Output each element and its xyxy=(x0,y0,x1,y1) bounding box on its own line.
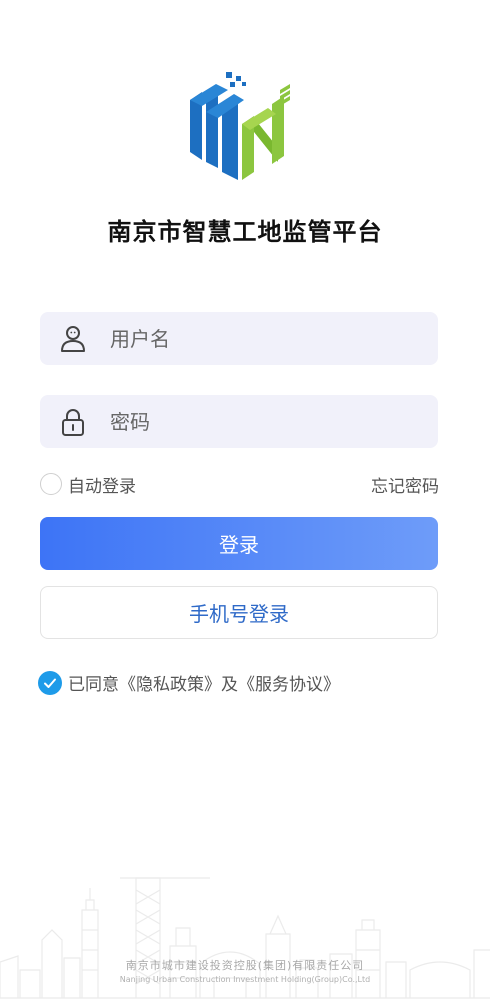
lock-icon xyxy=(62,409,84,436)
auto-login-label: 自动登录 xyxy=(68,476,136,497)
username-input[interactable] xyxy=(110,312,420,365)
check-icon xyxy=(44,678,56,688)
login-button[interactable]: 登录 xyxy=(40,517,438,570)
username-field[interactable] xyxy=(40,312,438,365)
password-input[interactable] xyxy=(110,395,420,448)
auto-login-toggle[interactable]: 自动登录 xyxy=(40,471,136,497)
agreement-row: 已同意《隐私政策》及《服务协议》 xyxy=(38,670,340,695)
footer-company-en: Nanjing Urban Construction Investment Ho… xyxy=(119,975,371,984)
password-field[interactable] xyxy=(40,395,438,448)
agreement-text[interactable]: 已同意《隐私政策》及《服务协议》 xyxy=(68,670,340,695)
app-title: 南京市智慧工地监管平台 xyxy=(107,218,383,246)
agreement-checkbox[interactable] xyxy=(38,670,62,695)
phone-login-button[interactable]: 手机号登录 xyxy=(40,586,438,639)
forgot-password-link[interactable]: 忘记密码 xyxy=(371,472,439,497)
footer-company-cn: 南京市城市建设投资控股(集团)有限责任公司 xyxy=(125,959,365,972)
app-logo xyxy=(190,72,290,180)
user-icon xyxy=(61,326,85,352)
auto-login-radio[interactable] xyxy=(40,473,62,495)
